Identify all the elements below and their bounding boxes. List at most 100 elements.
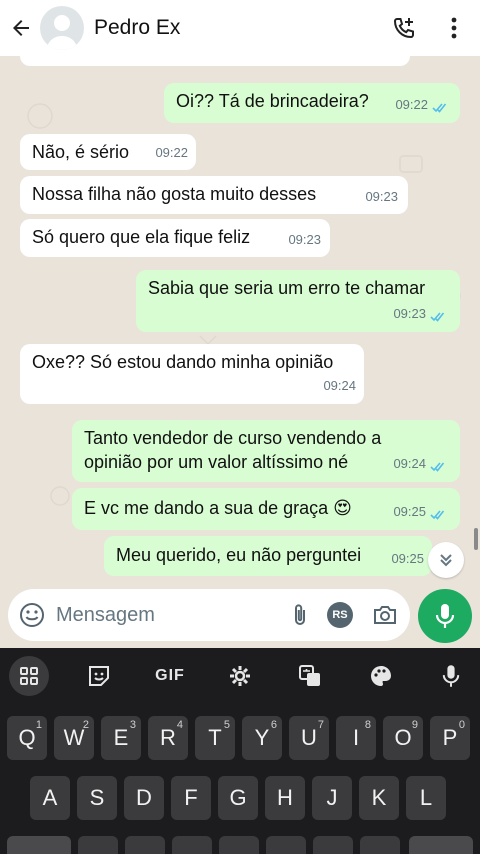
key-label: L: [419, 785, 433, 810]
camera-icon[interactable]: [360, 603, 410, 627]
message-incoming[interactable]: Nossa filha não gosta muito desses 09:23: [20, 176, 408, 214]
message-outgoing[interactable]: Meu querido, eu não perguntei 09:25: [104, 536, 432, 576]
message-text: Oxe?? Só estou dando minha opinião: [32, 352, 334, 372]
key-z[interactable]: [78, 836, 118, 854]
key-g[interactable]: G: [218, 776, 258, 820]
message-time: 09:23: [365, 189, 398, 204]
scroll-down-button[interactable]: [428, 542, 464, 578]
voice-record-button[interactable]: [418, 589, 472, 643]
key-o[interactable]: O9: [383, 716, 423, 760]
read-ticks-icon: [432, 103, 447, 113]
key-k[interactable]: K: [359, 776, 399, 820]
key-label: F: [184, 785, 198, 810]
double-chevron-down-icon: [440, 554, 452, 567]
key-f[interactable]: F: [171, 776, 211, 820]
translate-icon[interactable]: [280, 648, 340, 704]
key-r[interactable]: R4: [148, 716, 188, 760]
key-label: R: [160, 725, 176, 750]
message-outgoing[interactable]: Oi?? Tá de brincadeira? 09:22: [164, 83, 460, 123]
key-label: O: [394, 725, 412, 750]
sticker-icon[interactable]: [58, 648, 140, 704]
message-text: Meu querido, eu não perguntei: [116, 545, 362, 565]
message-text: Só quero que ela fique feliz: [32, 227, 251, 247]
avatar[interactable]: [40, 6, 84, 50]
chat-area[interactable]: Oi?? Tá de brincadeira? 09:22 Não, é sér…: [0, 56, 480, 592]
microphone-icon: [435, 604, 455, 628]
message-time: 09:22: [395, 97, 428, 112]
key-label: G: [229, 785, 247, 810]
key-a[interactable]: A: [30, 776, 70, 820]
key-label: P: [442, 725, 458, 750]
key-number: 8: [364, 719, 371, 731]
key-p[interactable]: P0: [430, 716, 470, 760]
composer-bar: Mensagem RS: [0, 586, 480, 648]
message-time: 09:25: [391, 551, 424, 566]
key-number: 4: [176, 719, 183, 731]
scrollbar[interactable]: [474, 528, 478, 550]
emoji-icon[interactable]: [8, 602, 56, 628]
key-n[interactable]: [313, 836, 353, 854]
message-text: Oi?? Tá de brincadeira?: [176, 91, 369, 111]
key-l[interactable]: L: [406, 776, 446, 820]
message-outgoing[interactable]: E vc me dando a sua de graça 😍 09:25: [72, 488, 460, 530]
key-j[interactable]: J: [312, 776, 352, 820]
key-number: 2: [82, 719, 89, 731]
key-label: W: [63, 725, 85, 750]
key-shift[interactable]: [7, 836, 71, 854]
message-incoming[interactable]: Não, é sério 09:22: [20, 134, 196, 170]
key-y[interactable]: Y6: [242, 716, 282, 760]
message-outgoing[interactable]: Tanto vendedor de curso vendendo a opini…: [72, 420, 460, 482]
message-text: Não, é sério: [32, 142, 130, 162]
key-label: T: [208, 725, 222, 750]
key-backspace[interactable]: [409, 836, 473, 854]
key-x[interactable]: [125, 836, 165, 854]
message-input-pill[interactable]: Mensagem RS: [8, 589, 410, 641]
settings-gear-icon[interactable]: [200, 648, 280, 704]
key-b[interactable]: [266, 836, 306, 854]
on-screen-keyboard: GIF Q1 W2 E3 R4 T5 Y6 U7 I8 O9 P0 A S D …: [0, 648, 480, 854]
message-time: 09:24: [393, 456, 426, 471]
attach-icon[interactable]: [280, 602, 320, 628]
key-number: 9: [411, 719, 418, 731]
key-u[interactable]: U7: [289, 716, 329, 760]
back-arrow-icon[interactable]: [2, 0, 40, 56]
key-i[interactable]: I8: [336, 716, 376, 760]
key-label: E: [113, 725, 129, 750]
more-options-icon[interactable]: [432, 0, 476, 56]
key-label: J: [326, 785, 338, 810]
contact-name[interactable]: Pedro Ex: [94, 16, 382, 40]
key-e[interactable]: E3: [101, 716, 141, 760]
message-time: 09:23: [393, 306, 426, 321]
key-q[interactable]: Q1: [7, 716, 47, 760]
key-m[interactable]: [360, 836, 400, 854]
key-number: 6: [270, 719, 277, 731]
key-c[interactable]: [172, 836, 212, 854]
key-v[interactable]: [219, 836, 259, 854]
message-text: Nossa filha não gosta muito desses: [32, 184, 317, 204]
key-label: U: [301, 725, 317, 750]
apps-grid-icon[interactable]: [0, 648, 58, 704]
message-incoming[interactable]: Só quero que ela fique feliz 09:23: [20, 219, 330, 257]
message-incoming[interactable]: Oxe?? Só estou dando minha opinião 09:24: [20, 344, 364, 404]
gif-button[interactable]: GIF: [140, 648, 200, 704]
key-d[interactable]: D: [124, 776, 164, 820]
key-label: D: [136, 785, 152, 810]
key-label: Y: [254, 725, 270, 750]
key-s[interactable]: S: [77, 776, 117, 820]
sticker-badge-button[interactable]: RS: [320, 602, 360, 628]
add-call-icon[interactable]: [382, 0, 426, 56]
message-text-line-1: Tanto vendedor de curso vendendo a: [84, 428, 382, 448]
key-w[interactable]: W2: [54, 716, 94, 760]
keyboard-mic-icon[interactable]: [422, 648, 480, 704]
message-time: 09:22: [155, 145, 188, 160]
message-outgoing[interactable]: Sabia que seria um erro te chamar 09:23: [136, 270, 460, 332]
key-t[interactable]: T5: [195, 716, 235, 760]
palette-icon[interactable]: [340, 648, 422, 704]
message-time: 09:23: [288, 232, 321, 247]
message-time: 09:24: [323, 378, 356, 393]
key-h[interactable]: H: [265, 776, 305, 820]
message-text: E vc me dando a sua de graça 😍: [84, 498, 352, 518]
message-input[interactable]: Mensagem: [56, 604, 280, 627]
keyboard-toolbar: GIF: [0, 648, 480, 704]
key-label: A: [42, 785, 58, 810]
